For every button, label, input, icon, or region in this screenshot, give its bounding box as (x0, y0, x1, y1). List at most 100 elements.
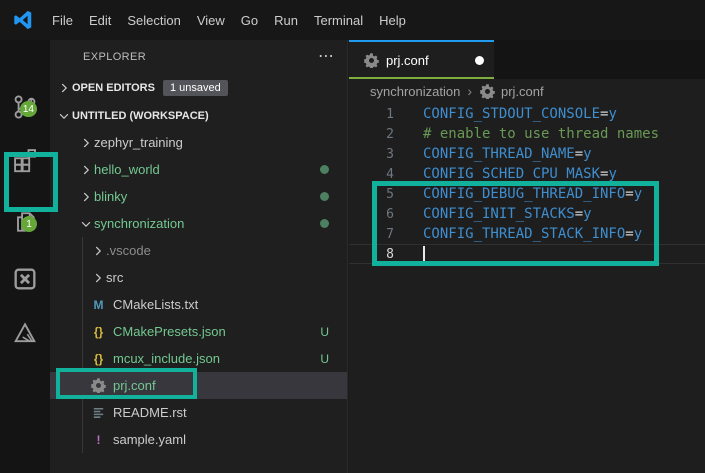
menu-run[interactable]: Run (266, 9, 306, 32)
tree-item--vscode[interactable]: .vscode (50, 237, 347, 264)
code-text: CONFIG_INIT_STACKS=y (394, 206, 592, 222)
extensions-icon (11, 146, 39, 174)
code-line-3[interactable]: 3 CONFIG_THREAD_NAME=y (349, 144, 705, 164)
sidebar-sections: OPEN EDITORS 1 unsaved UNTITLED (WORKSPACE… (50, 74, 347, 129)
breadcrumb-label: prj.conf (501, 83, 544, 99)
tree-item-zephyr-training[interactable]: zephyr_training (50, 129, 347, 156)
line-number: 2 (386, 126, 394, 142)
code-line-4[interactable]: 4 CONFIG_SCHED_CPU_MASK=y (349, 164, 705, 184)
tree-item-src[interactable]: src (50, 264, 347, 291)
code-text: CONFIG_STDOUT_CONSOLE=y (394, 106, 617, 122)
line-number: 6 (386, 206, 394, 222)
token-op: = (625, 226, 634, 242)
tree-item-label: prj.conf (113, 378, 156, 393)
code-line-6[interactable]: 6 CONFIG_INIT_STACKS=y (349, 204, 705, 224)
chevron-right-icon (78, 189, 94, 205)
chevron-right-icon (78, 162, 94, 178)
explorer-header: EXPLORER ⋯ (50, 40, 347, 74)
breadcrumb-label: synchronization (370, 83, 461, 99)
line-number: 7 (386, 226, 394, 242)
code-line-5[interactable]: 5 CONFIG_DEBUG_THREAD_INFO=y (349, 184, 705, 204)
tree-item-label: CMakePresets.json (113, 324, 226, 339)
tree-item-synchronization[interactable]: synchronization (50, 210, 347, 237)
tree-item-label: blinky (94, 189, 128, 204)
menu-terminal[interactable]: Terminal (306, 9, 371, 32)
token-ident: CONFIG_THREAD_STACK_INFO (423, 226, 626, 242)
token-op: = (574, 206, 584, 222)
token-ident: CONFIG_DEBUG_THREAD_INFO (423, 186, 626, 202)
breadcrumb-item-synchronization[interactable]: synchronization (370, 84, 460, 99)
gear-icon (90, 377, 107, 394)
line-number: 3 (386, 146, 394, 162)
code-line-8[interactable]: 8 (349, 244, 705, 264)
token-val: y (608, 106, 617, 122)
menu-selection[interactable]: Selection (119, 9, 188, 32)
tab-prj-conf[interactable]: prj.conf (349, 40, 494, 79)
green-dot-indicator (320, 192, 329, 201)
tree-item-prj-conf[interactable]: prj.conf (50, 372, 347, 399)
token-op: = (625, 186, 634, 202)
tree-item-label: src (106, 270, 124, 285)
code-text: # enable to use thread names (394, 126, 659, 142)
unsaved-badge: 1 unsaved (162, 80, 228, 96)
tree-item-hello-world[interactable]: hello_world (50, 156, 347, 183)
menu-file[interactable]: File (44, 9, 81, 32)
code-text: CONFIG_THREAD_STACK_INFO=y (394, 226, 642, 242)
tree-item-blinky[interactable]: blinky (50, 183, 347, 210)
green-dot-indicator (320, 165, 329, 174)
chevron-right-icon (90, 270, 106, 286)
menu-view[interactable]: View (189, 9, 233, 32)
activity-item-build-tools[interactable] (3, 306, 47, 360)
json-icon: {} (93, 351, 104, 366)
tree-item-mcux-include-json[interactable]: {} mcux_include.json U (50, 345, 347, 372)
line-number: 1 (386, 106, 394, 122)
code-line-1[interactable]: 1 CONFIG_STDOUT_CONSOLE=y (349, 104, 705, 124)
tree-item-readme-rst[interactable]: README.rst (50, 399, 347, 426)
activity-item-source-control[interactable]: 14 (3, 80, 47, 134)
section-open-editors[interactable]: OPEN EDITORS 1 unsaved (50, 74, 347, 102)
tab-label: prj.conf (386, 53, 429, 68)
tree-item-cmakelists-txt[interactable]: M CMakeLists.txt (50, 291, 347, 318)
activity-item-explorer[interactable]: 1 (3, 195, 47, 249)
token-val: y (633, 226, 643, 242)
activity-bar: 14 1 (0, 40, 50, 473)
chevron-right-icon (56, 80, 72, 96)
tree-item-label: zephyr_training (94, 135, 183, 150)
code-text: CONFIG_DEBUG_THREAD_INFO=y (394, 186, 642, 202)
yaml-bang-icon: ! (96, 432, 101, 447)
code-text: CONFIG_SCHED_CPU_MASK=y (394, 166, 617, 182)
activity-badge: 14 (19, 101, 37, 117)
code-editor[interactable]: 1 CONFIG_STDOUT_CONSOLE=y 2 # enable to use… (349, 103, 705, 473)
tree-item-label: README.rst (113, 405, 187, 420)
chevron-right-icon (90, 243, 106, 259)
editor-area: prj.conf synchronization › prj.conf 1 CONFI… (349, 40, 705, 473)
chevron-right-icon (78, 135, 94, 151)
section-untitled-workspace-[interactable]: UNTITLED (WORKSPACE) (50, 102, 347, 129)
modified-indicator-icon[interactable] (475, 56, 484, 65)
tree-item-sample-yaml[interactable]: ! sample.yaml (50, 426, 347, 453)
tree-indent-guide (82, 237, 83, 453)
git-untracked-badge: U (320, 351, 329, 366)
token-val: y (633, 186, 643, 202)
tab-active-underline (349, 77, 494, 79)
breadcrumb-item-prj-conf[interactable]: prj.conf (479, 83, 544, 100)
line-number: 4 (386, 166, 394, 182)
more-actions-icon[interactable]: ⋯ (318, 49, 335, 65)
menu-edit[interactable]: Edit (81, 9, 119, 32)
source-control-icon: 14 (11, 93, 39, 121)
tree-item-cmakepresets-json[interactable]: {} CMakePresets.json U (50, 318, 347, 345)
gear-icon (363, 52, 380, 69)
text-cursor (423, 245, 425, 263)
menu-go[interactable]: Go (233, 9, 266, 32)
code-line-2[interactable]: 2 # enable to use thread names (349, 124, 705, 144)
code-line-7[interactable]: 7 CONFIG_THREAD_STACK_INFO=y (349, 224, 705, 244)
token-op: = (574, 146, 584, 162)
activity-badge: 1 (21, 216, 37, 232)
menu-help[interactable]: Help (371, 9, 414, 32)
line-number: 5 (386, 186, 394, 202)
tree-item-label: .vscode (106, 243, 151, 258)
chevron-down-icon (78, 216, 94, 232)
activity-item-extensions[interactable] (3, 133, 47, 187)
section-label: OPEN EDITORS (72, 82, 155, 94)
activity-item-x-extension[interactable] (3, 252, 47, 306)
